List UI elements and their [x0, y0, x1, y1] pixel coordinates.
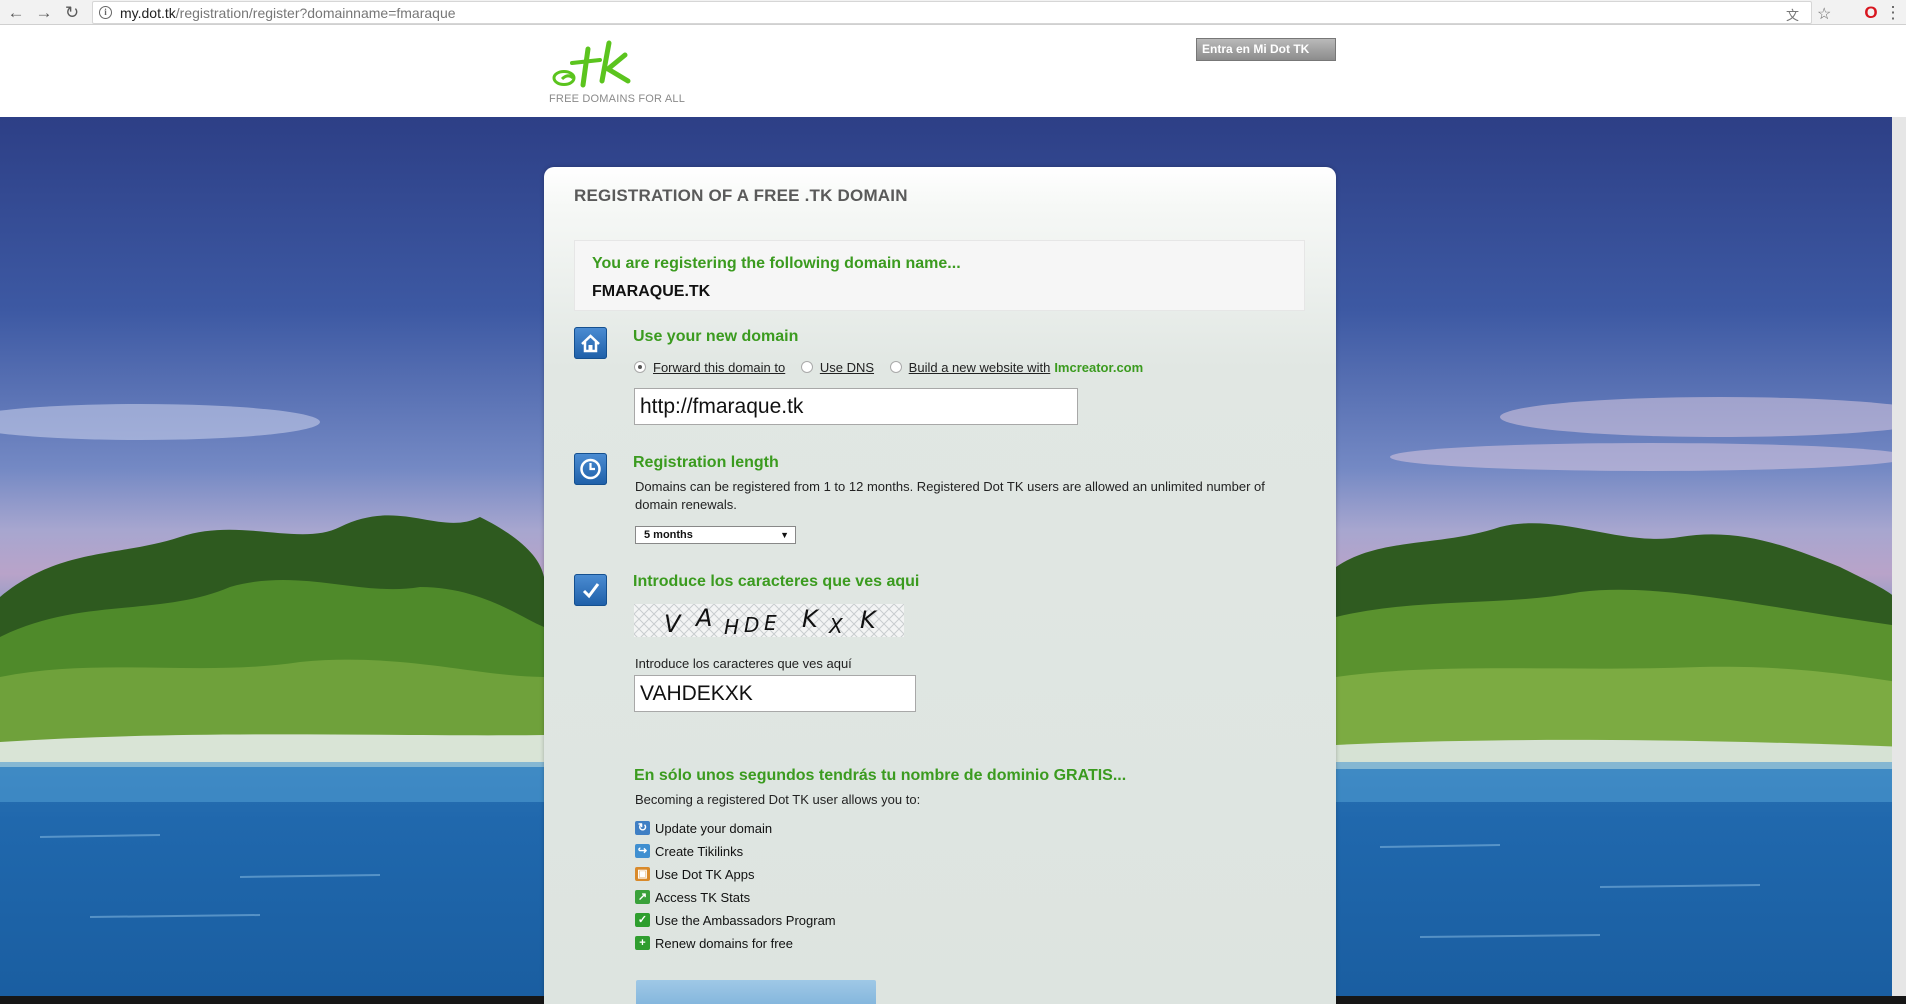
dns-radio[interactable] [800, 361, 813, 373]
checkmark-icon [574, 574, 607, 606]
domain-summary-box: You are registering the following domain… [574, 240, 1305, 311]
svg-text:K: K [860, 606, 878, 634]
stats-chart-icon: ↗ [635, 890, 650, 904]
url-path: /registration/register?domainname=fmaraq… [175, 5, 456, 21]
list-item: + Renew domains for free [635, 932, 1035, 955]
svg-text:V: V [664, 610, 682, 637]
browser-toolbar: ← → ↻ i my.dot.tk/registration/register?… [0, 0, 1906, 25]
registration-panel: REGISTRATION OF A FREE .TK DOMAIN You ar… [544, 167, 1336, 1004]
feature-label: Access TK Stats [655, 890, 751, 905]
site-header: FREE DOMAINS FOR ALL Entra en Mi Dot TK [0, 25, 1906, 117]
dns-option-label[interactable]: Use DNS [820, 360, 874, 375]
svg-text:H: H [724, 615, 739, 637]
panel-title: REGISTRATION OF A FREE .TK DOMAIN [574, 186, 908, 205]
feature-label: Update your domain [655, 821, 773, 836]
list-item: ✓ Use the Ambassadors Program [635, 909, 1035, 932]
captcha-input[interactable]: VAHDEKXK [634, 675, 916, 712]
reload-icon[interactable]: ↻ [62, 3, 82, 23]
forward-icon[interactable]: → [34, 3, 54, 23]
registering-lead: You are registering the following domain… [592, 255, 961, 272]
svg-text:K: K [802, 605, 820, 633]
link-arrow-icon: ↪ [635, 844, 650, 858]
login-button[interactable]: Entra en Mi Dot TK [1196, 38, 1336, 61]
svg-text:A: A [694, 604, 712, 632]
registration-length-select[interactable]: 5 months ▼ [635, 526, 796, 544]
forward-radio[interactable] [634, 361, 646, 373]
registration-length-heading: Registration length [633, 454, 779, 471]
forward-option-label[interactable]: Forward this domain to [653, 360, 785, 375]
imcreator-link[interactable]: Imcreator.com [1054, 360, 1143, 375]
registration-length-description: Domains can be registered from 1 to 12 m… [635, 479, 1265, 512]
address-bar[interactable]: i my.dot.tk/registration/register?domain… [92, 1, 1831, 24]
menu-dots-icon[interactable]: ⋮ [1883, 3, 1903, 23]
svg-text:E: E [764, 611, 777, 635]
promo-intro: Becoming a registered Dot TK user allows… [635, 792, 921, 807]
shield-check-icon: ✓ [635, 913, 650, 927]
dropdown-arrow-icon: ▼ [780, 530, 789, 540]
website-radio[interactable] [889, 361, 902, 373]
url-host: my.dot.tk [120, 5, 176, 21]
feature-label: Renew domains for free [655, 936, 794, 951]
apps-box-icon: ▣ [635, 867, 650, 881]
submit-button[interactable] [636, 980, 876, 1004]
feature-label: Use Dot TK Apps [655, 867, 755, 882]
translate-icon[interactable]: 文 [1786, 5, 1799, 24]
refresh-icon: ↻ [635, 821, 650, 835]
clock-icon [574, 453, 607, 485]
forward-url-input[interactable]: http://fmaraque.tk [634, 388, 1078, 425]
list-item: ↪ Create Tikilinks [635, 840, 1035, 863]
use-domain-heading: Use your new domain [633, 328, 799, 345]
list-item: ↗ Access TK Stats [635, 886, 1035, 909]
captcha-heading: Introduce los caracteres que ves aqui [633, 573, 920, 590]
page-scrollbar[interactable] [1892, 117, 1906, 996]
feature-label: Use the Ambassadors Program [655, 913, 836, 928]
svg-text:D: D [744, 613, 759, 637]
list-item: ▣ Use Dot TK Apps [635, 863, 1035, 886]
promo-heading: En sólo unos segundos tendrás tu nombre … [634, 767, 1127, 784]
feature-label: Create Tikilinks [655, 844, 744, 859]
captcha-input-label: Introduce los caracteres que ves aquí [635, 656, 852, 671]
use-domain-options: Forward this domain to Use DNS Build a n… [634, 360, 1143, 378]
list-item: ↻ Update your domain [635, 817, 1035, 840]
opera-icon[interactable]: O [1861, 3, 1881, 23]
back-icon[interactable]: ← [6, 3, 26, 23]
plus-icon: + [635, 936, 650, 950]
feature-list: ↻ Update your domain ↪ Create Tikilinks … [635, 817, 1035, 955]
website-option-label[interactable]: Build a new website with [909, 360, 1051, 375]
site-info-icon[interactable]: i [99, 6, 112, 19]
svg-text:X: X [828, 614, 844, 637]
captcha-image: V A H D E K X K [634, 604, 904, 637]
home-icon [574, 327, 607, 359]
domain-name: FMARAQUE.TK [592, 283, 711, 300]
registration-length-value: 5 months [644, 529, 693, 541]
bookmark-star-icon[interactable]: ☆ [1817, 4, 1831, 24]
url-text: my.dot.tk/registration/register?domainna… [120, 5, 456, 21]
logo-tagline: FREE DOMAINS FOR ALL [549, 93, 686, 105]
